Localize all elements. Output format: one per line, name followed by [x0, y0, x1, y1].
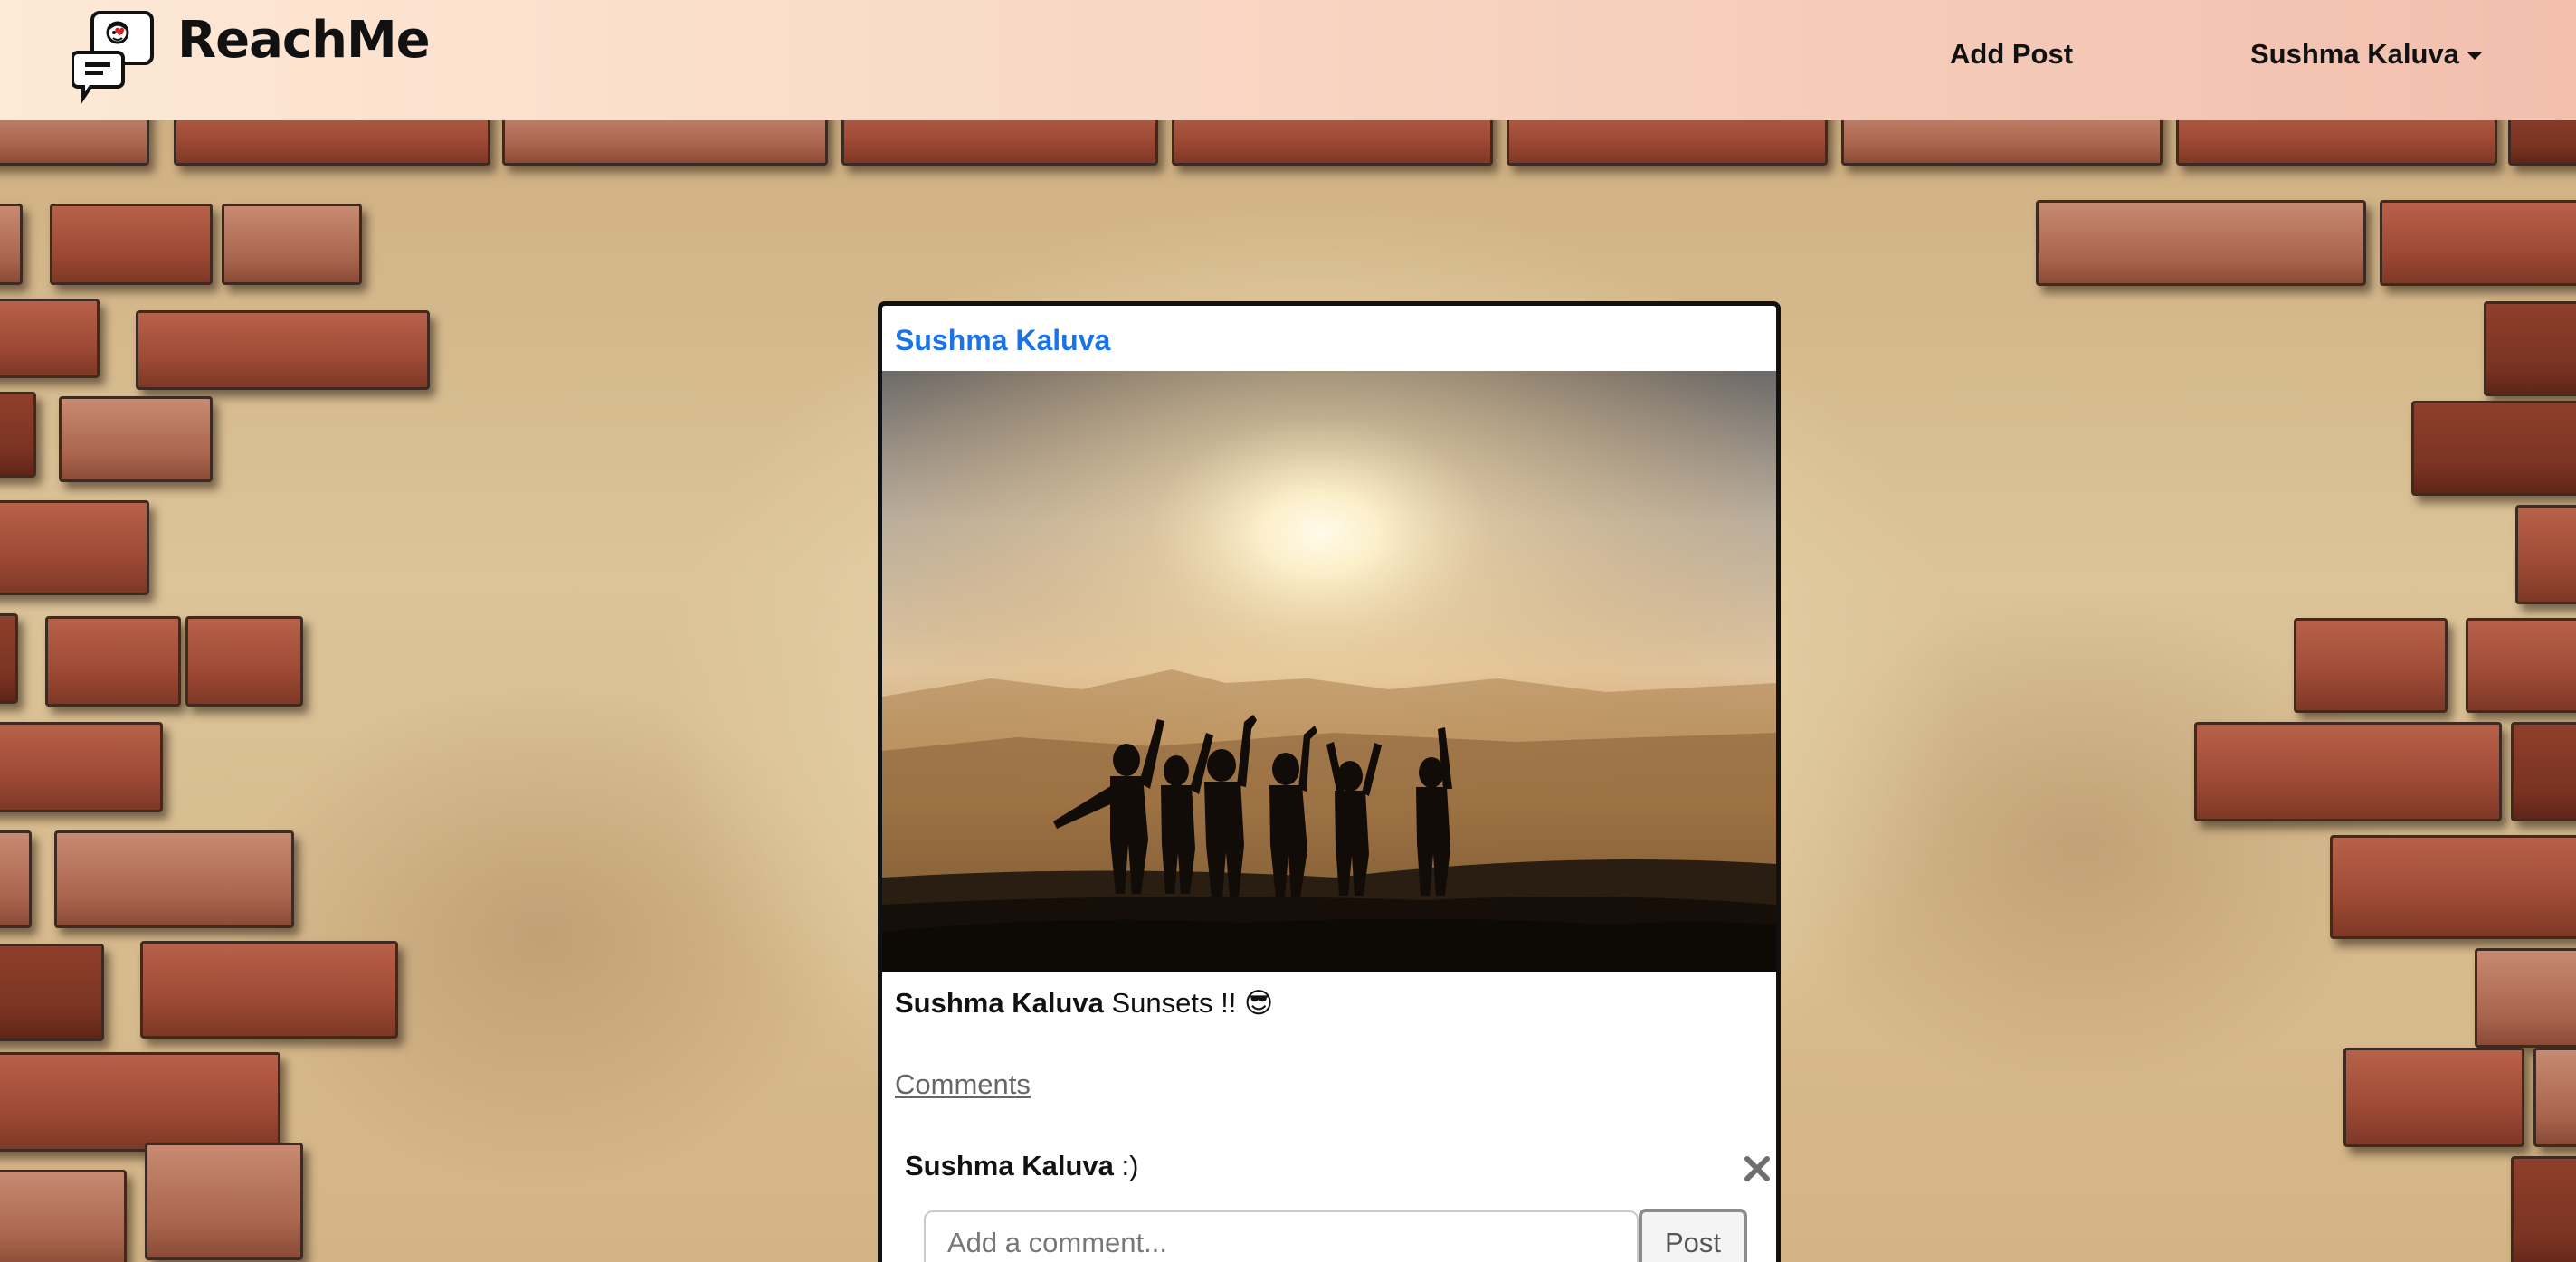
- brick: [0, 944, 104, 1041]
- navbar: ReachMe Add Post Sushma Kaluva: [0, 0, 2576, 120]
- brick: [2533, 1048, 2576, 1147]
- brand[interactable]: ReachMe: [72, 9, 431, 105]
- sunset-photo-image: [882, 371, 1776, 972]
- post-comment-button[interactable]: Post: [1639, 1209, 1747, 1262]
- caption-text: Sunsets !!: [1103, 987, 1244, 1019]
- brick: [0, 830, 32, 928]
- post-card: Sushma Kaluva Sushma Kaluva Sunsets !! 😎…: [878, 301, 1781, 1262]
- brick: [59, 396, 213, 482]
- brick: [2511, 722, 2576, 821]
- brick: [841, 120, 1158, 166]
- brick: [54, 830, 294, 928]
- chat-bubbles-logo-icon: [72, 11, 154, 104]
- caption-author: Sushma Kaluva: [895, 987, 1104, 1019]
- post-photo[interactable]: [882, 371, 1776, 972]
- brick: [50, 204, 213, 285]
- comment-item: Sushma Kaluva :): [905, 1150, 1138, 1182]
- add-comment-input[interactable]: [924, 1210, 1639, 1262]
- brick: [2380, 200, 2576, 286]
- post-author-link[interactable]: Sushma Kaluva: [895, 324, 1110, 357]
- brick: [0, 1170, 127, 1262]
- brick: [2194, 722, 2502, 821]
- brick: [185, 616, 303, 707]
- brick: [2475, 948, 2576, 1048]
- brick: [0, 204, 23, 285]
- brick: [45, 616, 181, 707]
- sunglasses-emoji-icon: 😎: [1243, 987, 1274, 1020]
- brick: [502, 120, 828, 166]
- delete-comment-close-icon[interactable]: [1742, 1153, 1773, 1184]
- caret-down-icon: [2466, 51, 2483, 60]
- brick: [0, 722, 163, 812]
- user-menu-label: Sushma Kaluva: [2250, 38, 2459, 70]
- user-menu-dropdown[interactable]: Sushma Kaluva: [2250, 38, 2483, 71]
- post-caption: Sushma Kaluva Sunsets !! 😎: [895, 987, 1273, 1020]
- brick: [2515, 505, 2576, 604]
- brick: [2411, 401, 2576, 496]
- brand-name: ReachMe: [177, 11, 431, 70]
- brick: [145, 1143, 303, 1260]
- comment-author: Sushma Kaluva: [905, 1150, 1114, 1181]
- add-post-link[interactable]: Add Post: [1950, 38, 2073, 71]
- brick: [0, 392, 36, 478]
- brick: [2330, 835, 2576, 939]
- comments-link[interactable]: Comments: [895, 1068, 1031, 1101]
- brick: [2036, 200, 2366, 286]
- brick: [1507, 120, 1828, 166]
- brick: [222, 204, 362, 285]
- brick: [136, 310, 430, 390]
- brick: [0, 613, 18, 704]
- brick: [2466, 618, 2576, 713]
- brick: [0, 299, 100, 378]
- brick: [2508, 120, 2576, 166]
- brick: [2176, 120, 2497, 166]
- brick: [0, 1052, 280, 1152]
- brick: [1841, 120, 2163, 166]
- brick: [140, 941, 398, 1039]
- brick: [1172, 120, 1493, 166]
- brick: [0, 120, 149, 166]
- brick: [2294, 618, 2448, 713]
- brick: [174, 120, 490, 166]
- brick: [0, 500, 149, 595]
- brick: [2343, 1048, 2524, 1147]
- comment-text: :): [1113, 1150, 1139, 1181]
- brick: [2511, 1156, 2576, 1262]
- brick: [2484, 301, 2576, 396]
